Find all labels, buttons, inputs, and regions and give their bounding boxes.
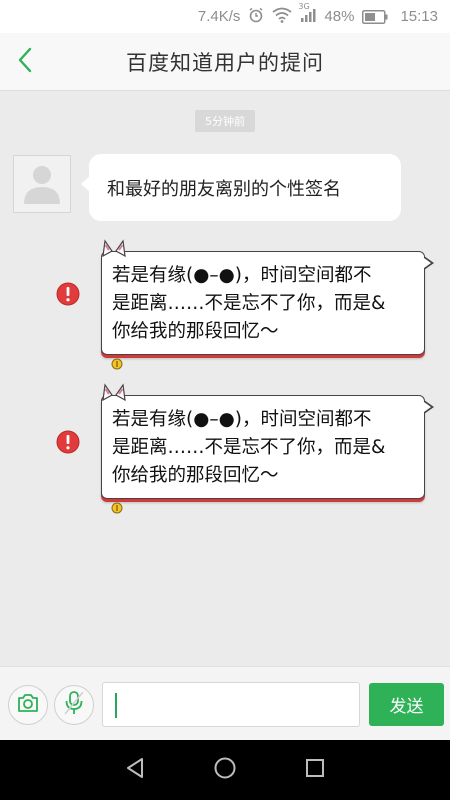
recents-square-icon [305,758,325,782]
message-input[interactable] [102,682,360,727]
outgoing-message-bubble[interactable]: 若是有缘(●–●)，时间空间都不 是距离……不是忘不了你，而是& 你给我的那段回… [101,383,434,514]
incoming-message[interactable]: 和最好的朋友离别的个性签名 [81,154,401,221]
send-failed-icon[interactable] [56,282,80,306]
camera-button[interactable] [8,685,48,725]
chevron-left-icon [17,47,33,77]
back-triangle-icon [124,757,146,783]
message-input-bar: 发送 [0,666,450,740]
network-speed: 7.4K/s [197,8,241,25]
status-bar: 7.4K/s 3G 48% 15:13 [0,0,450,33]
page-title: 百度知道用户的提问 [126,50,324,75]
cat-ears-icon [100,382,128,402]
outgoing-message-bubble[interactable]: 若是有缘(●–●)，时间空间都不 是距离……不是忘不了你，而是& 你给我的那段回… [101,239,434,370]
battery-percent: 48% [324,8,355,25]
nav-recents-button[interactable] [295,750,335,790]
voice-button[interactable] [54,685,94,725]
clock-time: 15:13 [400,8,438,25]
bell-icon [111,495,123,514]
send-button[interactable]: 发送 [369,683,444,726]
message-timestamp: 5分钟前 [195,110,255,132]
outgoing-message-text: 若是有缘(●–●)，时间空间都不 是距离……不是忘不了你，而是& 你给我的那段回… [112,265,386,342]
incoming-message-text: 和最好的朋友离别的个性签名 [107,178,341,200]
outgoing-message-text: 若是有缘(●–●)，时间空间都不 是距离……不是忘不了你，而是& 你给我的那段回… [112,409,386,486]
home-circle-icon [213,756,237,784]
alarm-icon [248,7,264,27]
battery-icon [362,9,388,24]
back-button[interactable] [10,45,40,79]
nav-home-button[interactable] [205,750,245,790]
avatar[interactable] [13,155,71,213]
nav-back-button[interactable] [115,750,155,790]
camera-icon [17,693,39,717]
network-type: 3G [298,1,310,11]
wifi-icon [272,7,292,27]
chat-area[interactable]: 5分钟前 和最好的朋友离别的个性签名 若是有缘(●–●)，时间空间都不 是距离…… [0,92,450,666]
title-bar: 百度知道用户的提问 [0,33,450,91]
microphone-icon [63,690,85,720]
default-avatar-icon [19,159,65,209]
signal-icon: 3G [298,2,316,27]
cat-ears-icon [100,238,128,258]
send-failed-icon[interactable] [56,430,80,454]
system-nav-bar [0,740,450,800]
bell-icon [111,351,123,370]
text-caret [115,693,117,718]
